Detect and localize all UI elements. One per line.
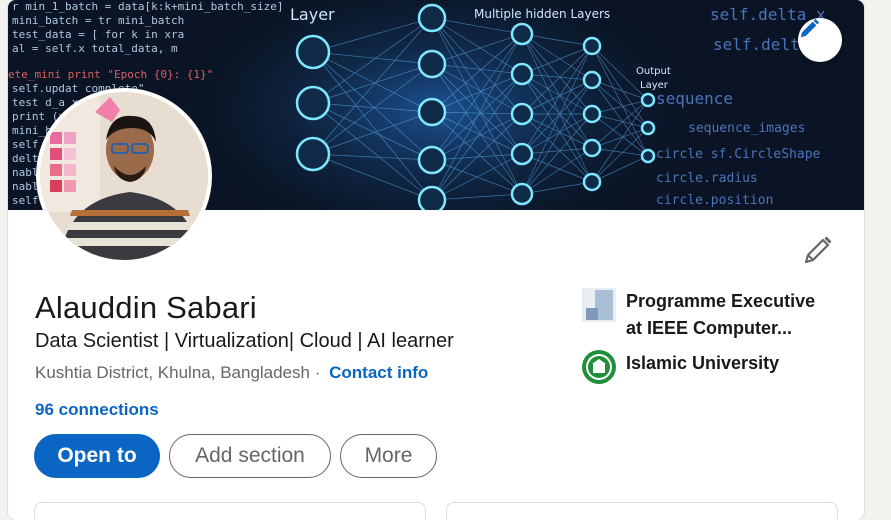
network-node <box>510 62 534 86</box>
network-node <box>510 142 534 166</box>
education-item[interactable]: Islamic University <box>582 350 779 384</box>
network-node <box>582 104 602 124</box>
network-node <box>295 34 331 70</box>
network-node <box>510 102 534 126</box>
experience-item[interactable]: Programme Executive at IEEE Computer... <box>582 288 815 342</box>
edit-profile-button[interactable] <box>802 234 834 266</box>
svg-text:mini_batch = tr mini_batch: mini_batch = tr mini_batch <box>12 14 184 27</box>
network-node <box>640 148 656 164</box>
svg-text:test_data = [ for k in xra: test_data = [ for k in xra <box>12 28 184 41</box>
network-node <box>295 85 331 121</box>
network-node <box>417 185 447 210</box>
network-node <box>295 136 331 172</box>
network-node <box>582 138 602 158</box>
company-logo-icon <box>582 288 616 322</box>
network-node <box>582 70 602 90</box>
bottom-card-left <box>34 502 426 520</box>
svg-text:al = self.x total_data, m: al = self.x total_data, m <box>12 42 178 55</box>
pencil-icon <box>800 18 820 38</box>
cover-label-output-2: Layer <box>640 80 669 91</box>
network-node <box>417 3 447 33</box>
svg-text:ete_mini print "Epoch {0}: {1: ete_mini print "Epoch {0}: {1}" <box>8 68 213 81</box>
network-node <box>640 92 656 108</box>
network-node <box>640 120 656 136</box>
university-logo-icon <box>582 350 616 384</box>
experience-company: at IEEE Computer... <box>626 318 793 338</box>
more-button[interactable]: More <box>340 434 437 478</box>
network-node <box>582 36 602 56</box>
education-school: Islamic University <box>626 353 780 373</box>
profile-name: Alauddin Sabari <box>35 290 257 325</box>
profile-photo <box>40 92 208 260</box>
bottom-card-right <box>446 502 838 520</box>
cover-label-output-1: Output <box>636 66 671 77</box>
separator-dot: · <box>314 363 321 382</box>
svg-text:sequence_images: sequence_images <box>688 121 805 136</box>
svg-text:r min_1_batch = data[k:k+mini: r min_1_batch = data[k:k+mini_batch_size… <box>12 0 284 13</box>
network-node <box>510 182 534 206</box>
svg-text:sequence: sequence <box>656 89 733 108</box>
contact-info-link[interactable]: Contact info <box>329 363 428 382</box>
network-node <box>510 22 534 46</box>
connections-link[interactable]: 96 connections <box>35 400 159 420</box>
profile-headline: Data Scientist | Virtualization| Cloud |… <box>35 330 454 352</box>
svg-text:circle.radius: circle.radius <box>656 171 758 186</box>
experience-title: Programme Executive <box>626 291 816 311</box>
location-text: Kushtia District, Khulna, Bangladesh <box>35 363 310 382</box>
pencil-icon <box>804 236 832 264</box>
cover-label-layer: Layer <box>290 5 335 24</box>
profile-card: r min_1_batch = data[k:k+mini_batch_size… <box>8 0 864 520</box>
network-node <box>417 145 447 175</box>
profile-location-row: Kushtia District, Khulna, Bangladesh · C… <box>35 363 428 383</box>
avatar[interactable] <box>36 88 212 264</box>
edit-cover-button[interactable] <box>798 18 842 62</box>
cover-label-hidden: Multiple hidden Layers <box>474 7 610 21</box>
svg-text:circle.position: circle.position <box>656 193 773 208</box>
add-section-button[interactable]: Add section <box>169 434 331 478</box>
network-node <box>582 172 602 192</box>
network-node <box>417 97 447 127</box>
open-to-button[interactable]: Open to <box>34 434 160 478</box>
svg-text:circle sf.CircleShape: circle sf.CircleShape <box>656 147 821 162</box>
network-node <box>417 49 447 79</box>
